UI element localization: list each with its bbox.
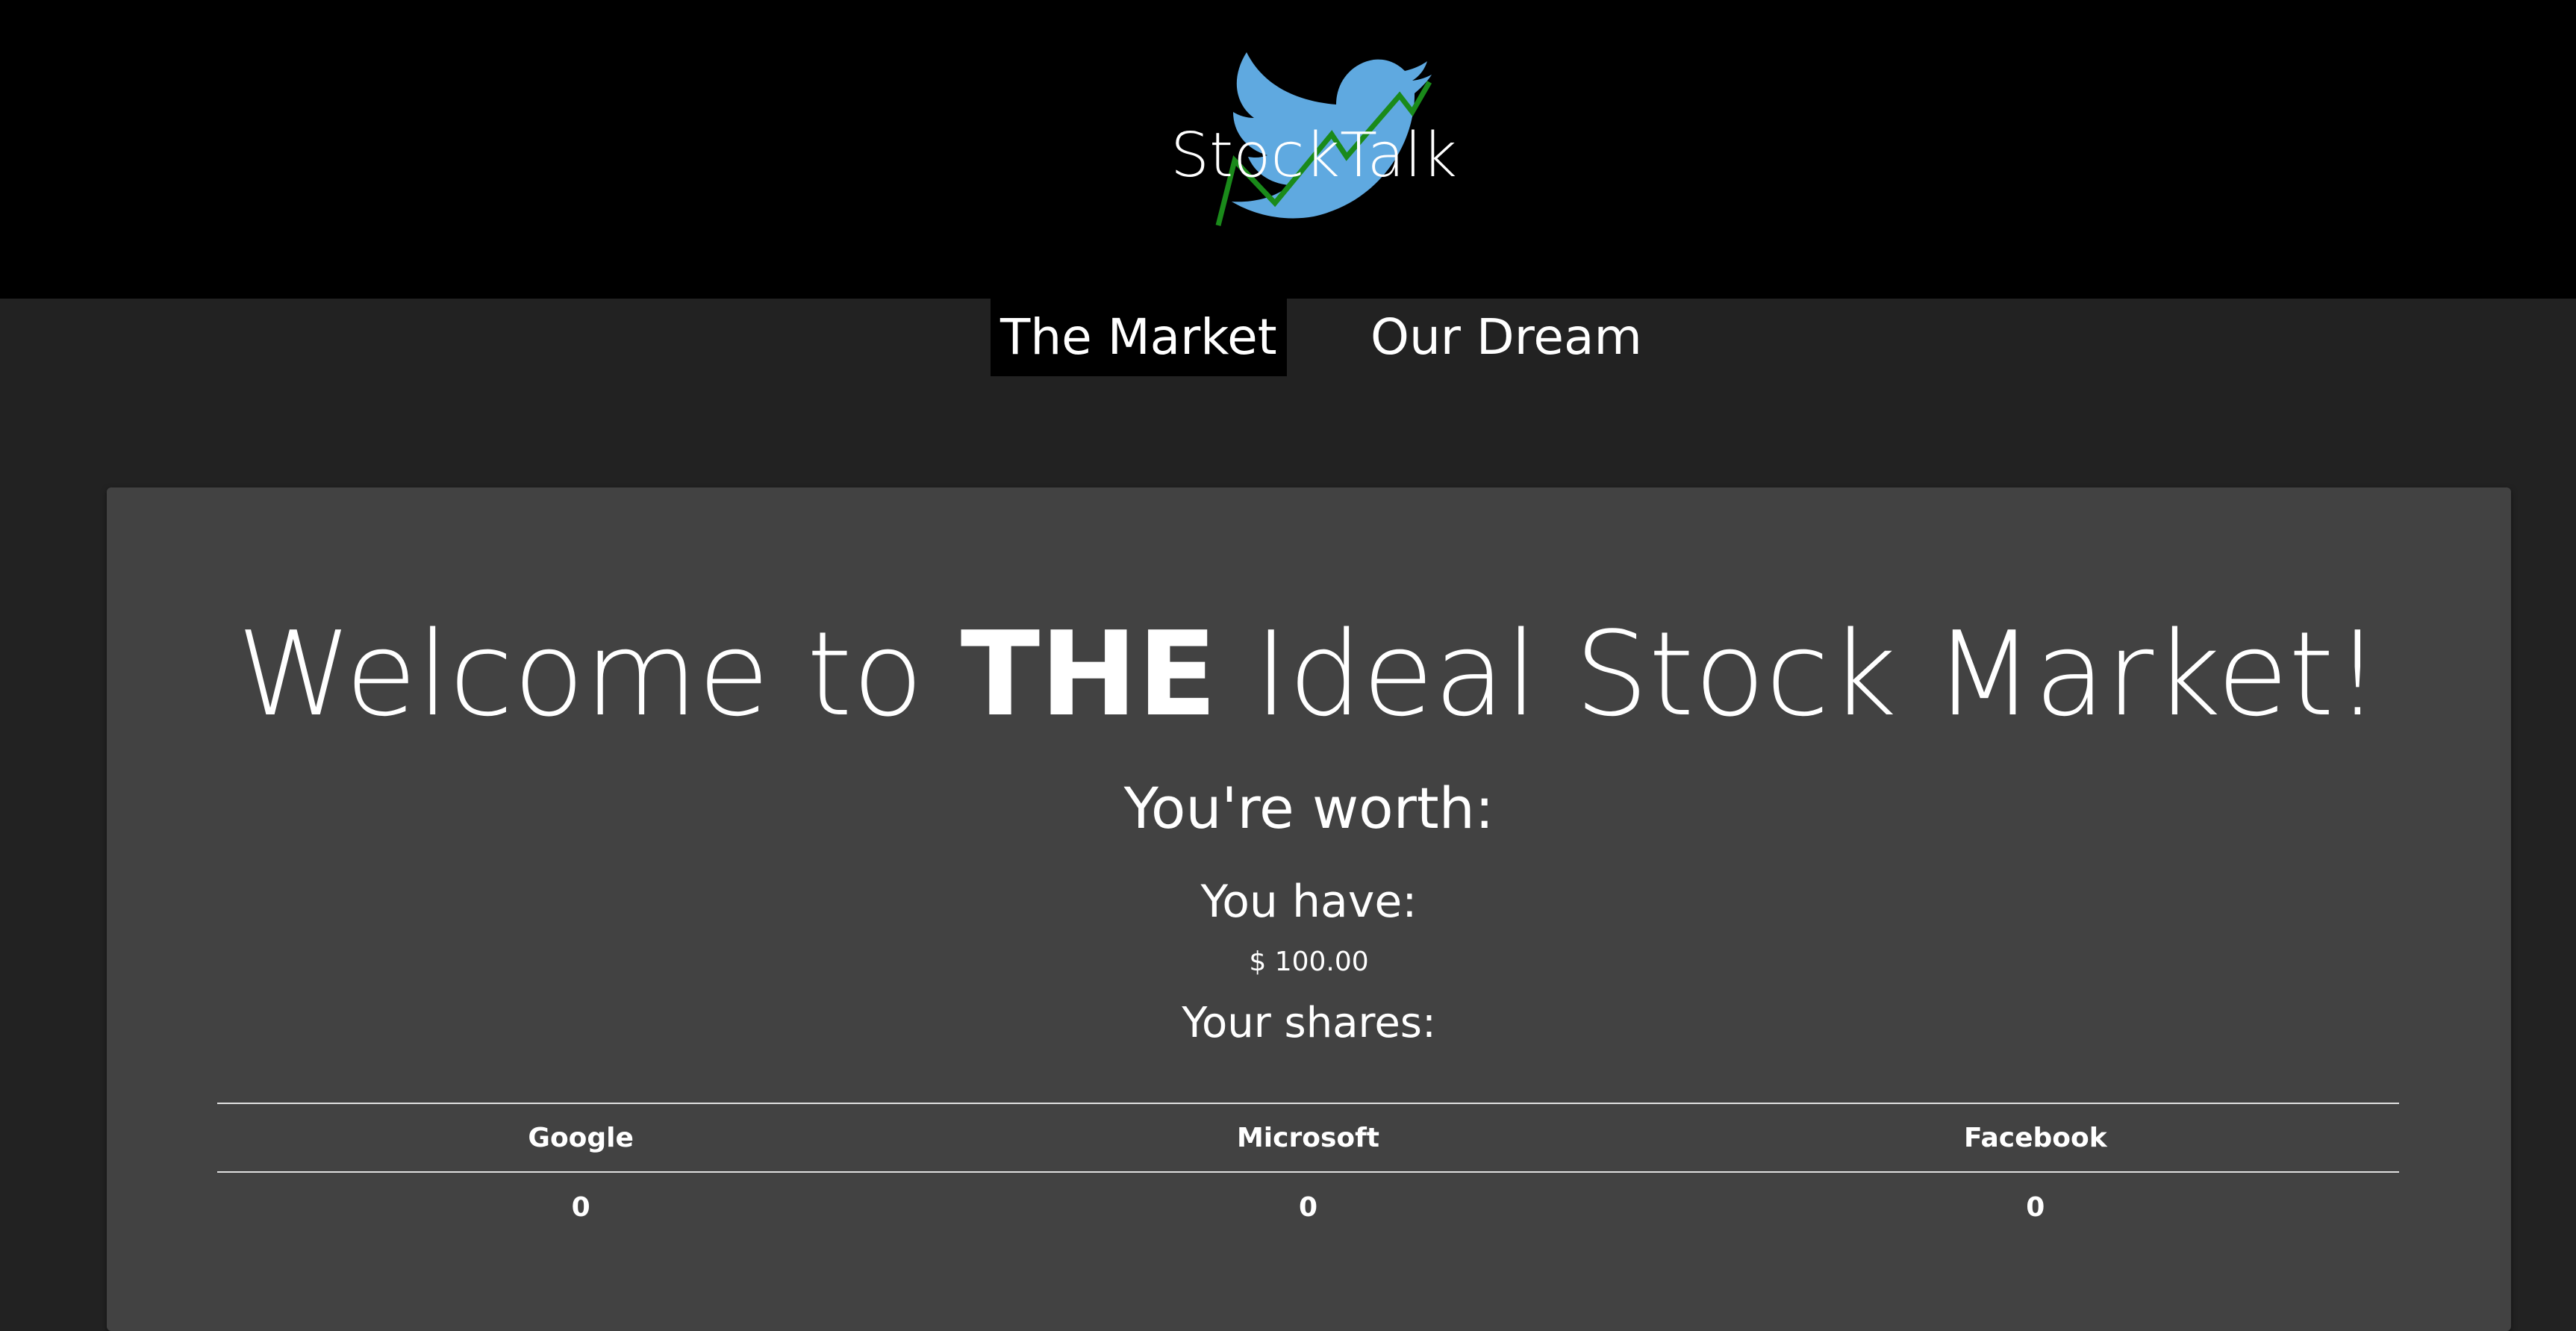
cash-value: $ 100.00 (1249, 947, 1369, 977)
microsoft-shares-value: 0 (1298, 1191, 1318, 1223)
worth-label: You're worth: (1123, 775, 1494, 841)
nav-item-our-dream[interactable]: Our Dream (1361, 299, 1652, 376)
main-nav: The Market Our Dream (0, 299, 2576, 378)
google-shares-value: 0 (571, 1191, 590, 1223)
have-label: You have: (1200, 876, 1418, 928)
column-header-microsoft: Microsoft (944, 1103, 1672, 1173)
nav-item-the-market[interactable]: The Market (991, 299, 1287, 376)
page-title: Welcome to THE Ideal Stock Market! (107, 610, 2511, 739)
column-header-facebook: Facebook (1671, 1103, 2399, 1173)
logo-text: StockTalk (1170, 120, 1457, 191)
title-prefix: Welcome to (237, 606, 961, 742)
title-suffix: Ideal Stock Market! (1217, 606, 2381, 742)
column-header-google: Google (217, 1103, 945, 1173)
shares-label: Your shares: (1182, 999, 1436, 1047)
market-card: Welcome to THE Ideal Stock Market! You'r… (107, 487, 2511, 1331)
title-emphasis: THE (960, 606, 1217, 742)
table-header-row: Google Microsoft Facebook (217, 1103, 2399, 1173)
header: StockTalk (0, 0, 2576, 299)
facebook-shares-value: 0 (2026, 1191, 2045, 1223)
stocktalk-logo[interactable]: StockTalk (1150, 30, 1478, 239)
shares-table: Google Microsoft Facebook 0 0 0 (217, 1103, 2399, 1241)
table-row: 0 0 0 (217, 1172, 2399, 1241)
